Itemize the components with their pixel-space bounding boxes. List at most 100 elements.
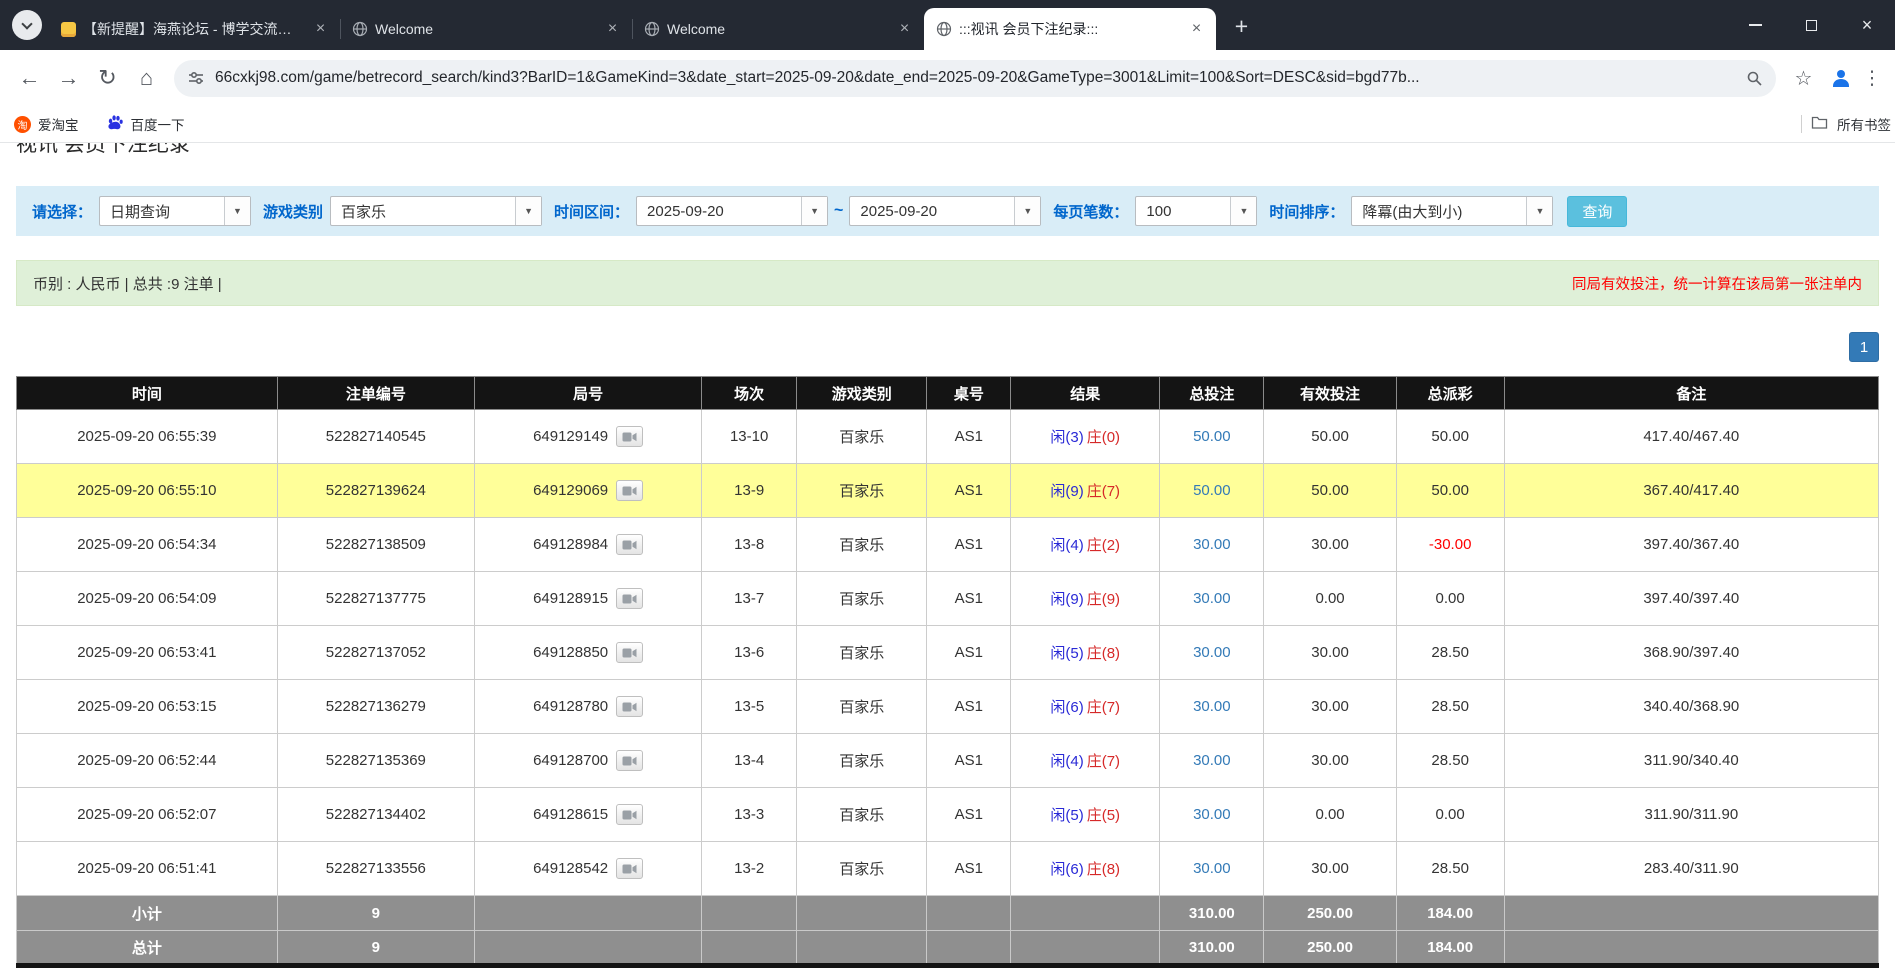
- video-icon: [622, 809, 637, 821]
- cell-note: 340.40/368.90: [1504, 680, 1878, 734]
- maximize-button[interactable]: [1783, 0, 1839, 50]
- tab-close-icon[interactable]: ×: [1187, 20, 1206, 39]
- payout-value: 0.00: [1436, 806, 1465, 823]
- cell-note: 397.40/397.40: [1504, 572, 1878, 626]
- table-row: 2025-09-20 06:54:34522827138509649128984…: [17, 518, 1879, 572]
- total-bet-link[interactable]: 30.00: [1193, 806, 1231, 823]
- cell-table: AS1: [927, 518, 1011, 572]
- forward-button[interactable]: →: [49, 59, 88, 98]
- bookmark-star-icon[interactable]: ☆: [1784, 59, 1823, 98]
- cell-total-bet: 30.00: [1160, 572, 1264, 626]
- cell-session: 13-10: [702, 410, 797, 464]
- close-window-button[interactable]: ×: [1839, 0, 1895, 50]
- result-player: 闲(4): [1050, 537, 1083, 554]
- cell-bet-id: 522827140545: [277, 410, 474, 464]
- browser-tab-welcome-1[interactable]: Welcome ×: [340, 8, 632, 50]
- video-replay-button[interactable]: [616, 588, 643, 609]
- caret-down-icon[interactable]: ▼: [801, 197, 827, 225]
- col-payout: 总派彩: [1396, 377, 1504, 410]
- date-end-select[interactable]: 2025-09-20 ▼: [849, 196, 1041, 226]
- cell-time: 2025-09-20 06:51:41: [17, 842, 278, 896]
- cell-session: 13-8: [702, 518, 797, 572]
- search-button[interactable]: 查询: [1567, 196, 1627, 227]
- total-bet-link[interactable]: 30.00: [1193, 644, 1231, 661]
- cell-valid-bet: 30.00: [1264, 626, 1396, 680]
- profile-avatar[interactable]: [1823, 60, 1859, 96]
- video-replay-button[interactable]: [616, 534, 643, 555]
- cell-round: 649129149: [475, 410, 702, 464]
- cell-table: AS1: [927, 464, 1011, 518]
- address-bar[interactable]: 66cxkj98.com/game/betrecord_search/kind3…: [174, 60, 1776, 97]
- tab-close-icon[interactable]: ×: [311, 20, 330, 39]
- menu-kebab-icon[interactable]: ⋮: [1859, 59, 1885, 98]
- total-bet-link[interactable]: 30.00: [1193, 590, 1231, 607]
- bet-table-body: 2025-09-20 06:55:39522827140545649129149…: [17, 410, 1879, 896]
- total-bet-link[interactable]: 30.00: [1193, 860, 1231, 877]
- home-button[interactable]: ⌂: [127, 59, 166, 98]
- browser-tab-welcome-2[interactable]: Welcome ×: [632, 8, 924, 50]
- table-row: 2025-09-20 06:55:39522827140545649129149…: [17, 410, 1879, 464]
- video-replay-button[interactable]: [616, 426, 643, 447]
- caret-down-icon[interactable]: ▼: [1014, 197, 1040, 225]
- tab-search-button[interactable]: [12, 10, 42, 40]
- total-bet-link[interactable]: 30.00: [1193, 698, 1231, 715]
- total-bet-link[interactable]: 30.00: [1193, 752, 1231, 769]
- filter-bar: 请选择： 日期查询 ▼ 游戏类别 百家乐 ▼ 时间区间： 2025-09-20 …: [16, 186, 1879, 236]
- cell-note: 367.40/417.40: [1504, 464, 1878, 518]
- result-banker: 庄(8): [1087, 861, 1120, 878]
- back-button[interactable]: ←: [10, 59, 49, 98]
- caret-down-icon[interactable]: ▼: [1230, 197, 1256, 225]
- bookmark-baidu[interactable]: 百度一下: [107, 114, 185, 134]
- page-size-select[interactable]: 100 ▼: [1135, 196, 1257, 226]
- total-bet-link[interactable]: 50.00: [1193, 428, 1231, 445]
- bookmark-taobao[interactable]: 淘 爱淘宝: [14, 114, 79, 134]
- caret-down-icon[interactable]: ▼: [224, 197, 250, 225]
- result-banker: 庄(8): [1087, 645, 1120, 662]
- date-separator: ~: [834, 202, 843, 220]
- cell-payout: 50.00: [1396, 410, 1504, 464]
- subtotal-total-bet: 310.00: [1160, 896, 1264, 931]
- cell-game: 百家乐: [797, 680, 927, 734]
- col-table: 桌号: [927, 377, 1011, 410]
- table-row: 2025-09-20 06:53:15522827136279649128780…: [17, 680, 1879, 734]
- tab-title: :::视讯 会员下注纪录:::: [959, 19, 1180, 39]
- sort-select[interactable]: 降冪(由大到小) ▼: [1351, 196, 1553, 226]
- date-start-select[interactable]: 2025-09-20 ▼: [636, 196, 828, 226]
- refresh-button[interactable]: ↻: [88, 59, 127, 98]
- cell-result: 闲(5)庄(8): [1011, 626, 1160, 680]
- total-bet-link[interactable]: 50.00: [1193, 482, 1231, 499]
- minimize-button[interactable]: [1727, 0, 1783, 50]
- site-info-icon[interactable]: [187, 69, 205, 87]
- table-row: 2025-09-20 06:53:41522827137052649128850…: [17, 626, 1879, 680]
- game-type-select[interactable]: 百家乐 ▼: [330, 196, 542, 226]
- cell-valid-bet: 30.00: [1264, 842, 1396, 896]
- url-text[interactable]: 66cxkj98.com/game/betrecord_search/kind3…: [215, 69, 1738, 87]
- cell-payout: 28.50: [1396, 842, 1504, 896]
- tab-close-icon[interactable]: ×: [603, 20, 622, 39]
- browser-tab-forum[interactable]: 【新提醒】海燕论坛 - 博学交流… ×: [48, 8, 340, 50]
- video-replay-button[interactable]: [616, 750, 643, 771]
- new-tab-button[interactable]: +: [1226, 11, 1257, 42]
- video-replay-button[interactable]: [616, 858, 643, 879]
- magnifier-icon[interactable]: [1746, 70, 1763, 87]
- video-replay-button[interactable]: [616, 804, 643, 825]
- cell-game: 百家乐: [797, 464, 927, 518]
- tab-close-icon[interactable]: ×: [895, 20, 914, 39]
- caret-down-icon[interactable]: ▼: [515, 197, 541, 225]
- video-replay-button[interactable]: [616, 480, 643, 501]
- cell-bet-id: 522827137775: [277, 572, 474, 626]
- browser-tab-betrecord-active[interactable]: :::视讯 会员下注纪录::: ×: [924, 8, 1216, 50]
- cell-time: 2025-09-20 06:53:15: [17, 680, 278, 734]
- caret-down-icon[interactable]: ▼: [1526, 197, 1552, 225]
- sort-label: 时间排序：: [1269, 201, 1344, 222]
- col-valid-bet: 有效投注: [1264, 377, 1396, 410]
- query-type-select[interactable]: 日期查询 ▼: [99, 196, 251, 226]
- summary-bar: 币别 : 人民币 | 总共 :9 注单 | 同局有效投注，统一计算在该局第一张注…: [16, 260, 1879, 306]
- page-1-button[interactable]: 1: [1849, 332, 1879, 362]
- video-replay-button[interactable]: [616, 696, 643, 717]
- baidu-paw-icon: [107, 114, 124, 134]
- video-replay-button[interactable]: [616, 642, 643, 663]
- cell-note: 311.90/340.40: [1504, 734, 1878, 788]
- all-bookmarks[interactable]: 所有书签: [1801, 106, 1895, 142]
- total-bet-link[interactable]: 30.00: [1193, 536, 1231, 553]
